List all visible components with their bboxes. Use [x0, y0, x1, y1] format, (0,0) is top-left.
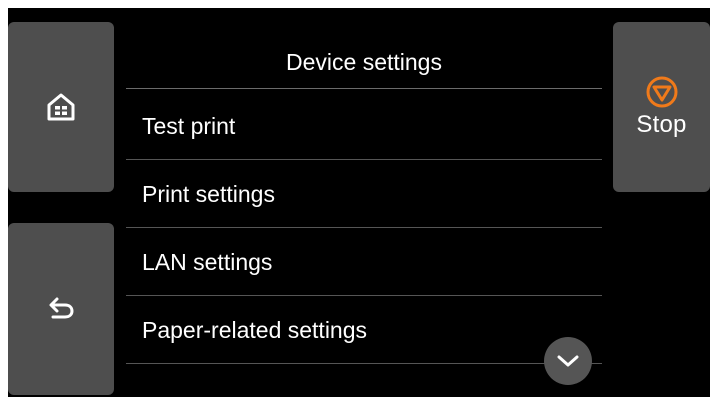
chevron-down-icon [557, 355, 579, 367]
back-arrow-icon [49, 297, 74, 319]
scroll-down-button[interactable] [544, 337, 592, 385]
stop-button[interactable]: Stop [613, 22, 710, 192]
printer-panel-screen: Device settings Test print Print setting… [8, 8, 710, 397]
home-icon [47, 93, 75, 121]
menu-item-print-settings[interactable]: Print settings [126, 160, 602, 228]
home-button[interactable] [8, 22, 114, 192]
stop-label: Stop [636, 111, 687, 138]
page-title: Device settings [126, 36, 602, 89]
settings-menu: Test print Print settings LAN settings P… [126, 92, 602, 364]
menu-item-test-print[interactable]: Test print [126, 92, 602, 160]
menu-item-lan-settings[interactable]: LAN settings [126, 228, 602, 296]
stop-icon [646, 76, 677, 108]
menu-item-paper-related-settings[interactable]: Paper-related settings [126, 296, 602, 364]
back-button[interactable] [8, 223, 114, 395]
